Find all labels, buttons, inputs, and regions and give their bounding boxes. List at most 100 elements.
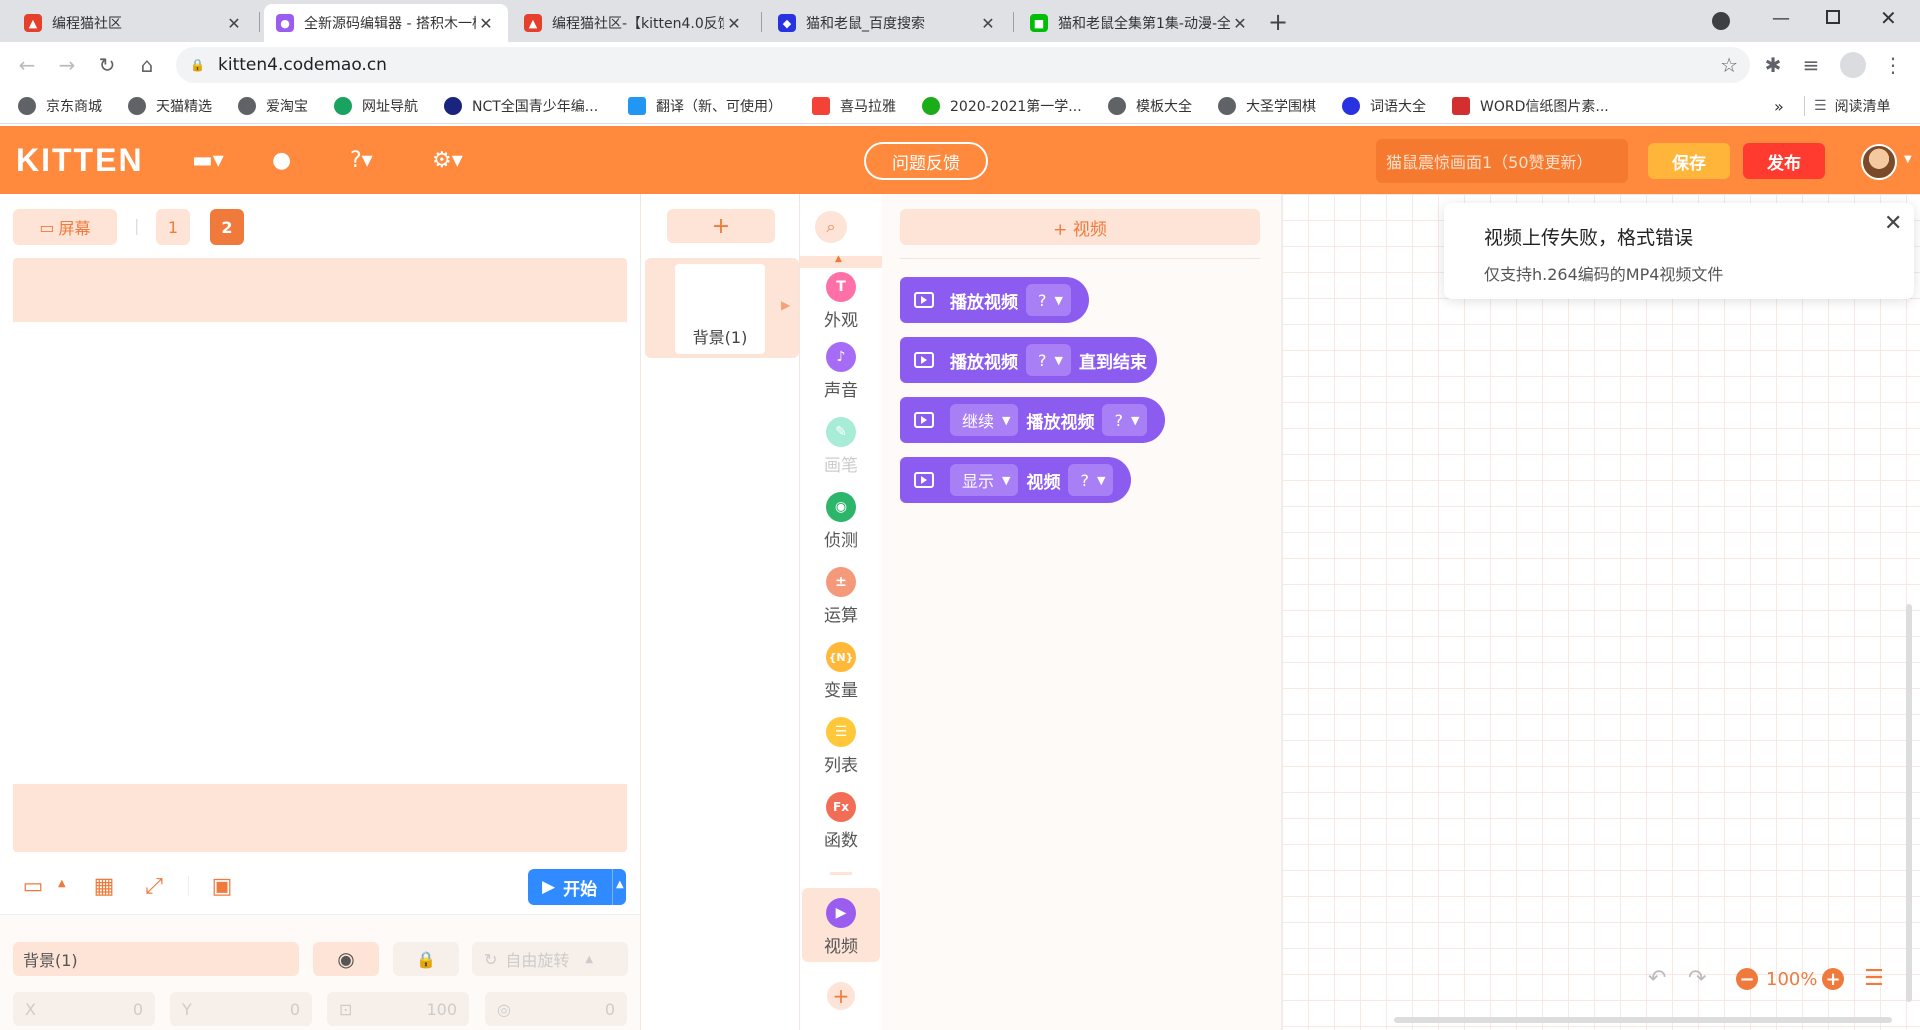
new-tab-button[interactable]: +	[1268, 8, 1288, 36]
bookmark-item[interactable]: 京东商城	[18, 94, 102, 118]
horizontal-scrollbar[interactable]	[1394, 1017, 1892, 1023]
start-button[interactable]: ▶ 开始 ▲	[528, 869, 626, 905]
visibility-eye-icon[interactable]: ◉	[313, 942, 379, 976]
visibility-select[interactable]: 显示 ▼	[950, 464, 1019, 496]
resume-video-block[interactable]: 继续 ▼ 播放视频 ? ▼	[900, 397, 1166, 443]
tab-search-icon[interactable]	[1712, 12, 1730, 30]
bookmark-item[interactable]: 2020-2021第一学...	[922, 94, 1082, 118]
publish-button[interactable]: 发布	[1743, 143, 1825, 179]
menu-icon[interactable]: ⋮	[1880, 52, 1906, 78]
chevron-down-icon[interactable]: ▼	[1904, 154, 1912, 165]
vertical-scrollbar[interactable]	[1906, 604, 1912, 1002]
record-video-icon[interactable]: ▣	[208, 872, 236, 900]
close-tab-icon[interactable]: ✕	[978, 14, 998, 33]
minimize-icon[interactable]: —	[1772, 8, 1790, 29]
stage-size-icon[interactable]: ▭	[19, 872, 47, 900]
close-icon[interactable]: ✕	[1884, 211, 1902, 236]
undo-icon[interactable]: ↶	[1648, 966, 1666, 991]
feedback-button[interactable]: 问题反馈	[864, 142, 988, 180]
x-field[interactable]: X 0	[13, 992, 155, 1026]
zoom-out-icon[interactable]: −	[1736, 968, 1758, 990]
bookmark-item[interactable]: 爱淘宝	[238, 94, 308, 118]
add-extension-icon[interactable]: +	[827, 982, 855, 1010]
play-video-until-end-block[interactable]: 播放视频 ? ▼ 直到结束	[900, 337, 1157, 383]
background-card[interactable]: 背景(1) ▶	[645, 258, 799, 358]
bookmark-item[interactable]: 天猫精选	[128, 94, 212, 118]
category-pen[interactable]: ✎ 画笔	[800, 411, 882, 481]
bookmark-star-icon[interactable]: ☆	[1720, 53, 1738, 77]
zoom-in-icon[interactable]: +	[1822, 968, 1844, 990]
bookmark-item[interactable]: 词语大全	[1342, 94, 1426, 118]
category-sensing[interactable]: ◉ 侦测	[800, 486, 882, 556]
arrange-blocks-icon[interactable]: ☰	[1864, 966, 1884, 991]
help-menu-icon[interactable]: ?▾	[350, 148, 373, 173]
category-sound[interactable]: ♪ 声音	[800, 336, 882, 406]
maximize-icon[interactable]	[1826, 10, 1840, 24]
bookmark-item[interactable]: 大圣学围棋	[1218, 94, 1316, 118]
close-tab-icon[interactable]: ✕	[224, 14, 244, 33]
reading-list-button[interactable]: ☰ 阅读清单	[1814, 94, 1891, 118]
category-variables[interactable]: {N} 变量	[800, 636, 882, 706]
caret-up-icon[interactable]: ▲	[58, 878, 66, 889]
bookmark-item[interactable]: WORD信纸图片素...	[1452, 94, 1609, 118]
video-select[interactable]: ? ▼	[1026, 344, 1071, 376]
search-icon[interactable]: ⌕	[815, 211, 847, 243]
media-icon[interactable]: ≡	[1798, 52, 1824, 78]
chevron-right-icon[interactable]: ▶	[781, 298, 790, 312]
backpack-icon[interactable]: ●	[272, 148, 291, 173]
bookmark-item[interactable]: 喜马拉雅	[812, 94, 896, 118]
screen-1-button[interactable]: 1	[156, 209, 190, 245]
sprite-name-field[interactable]: 背景(1)	[13, 942, 299, 976]
bookmark-item[interactable]: 网址导航	[334, 94, 418, 118]
project-name-field[interactable]: 猫鼠震惊画面1（50赞更新）	[1376, 139, 1628, 183]
size-field[interactable]: ⊡ 100	[327, 992, 469, 1026]
browser-tab-active[interactable]: ● 全新源码编辑器 - 搭积木一样有趣 ✕	[264, 4, 508, 42]
more-bookmarks-button[interactable]: »	[1774, 94, 1784, 118]
profile-icon[interactable]	[1840, 52, 1866, 78]
browser-tab[interactable]: ◆ 猫和老鼠_百度搜索 ✕	[766, 4, 1010, 42]
browser-tab[interactable]: ▲ 编程猫社区-【kitten4.0反馈】遇 ✕	[512, 4, 756, 42]
lock-icon[interactable]: 🔒	[393, 942, 459, 976]
file-menu-icon[interactable]: ▬▾	[192, 148, 224, 173]
rotation-mode-select[interactable]: ↻ 自由旋转 ▲	[472, 942, 628, 976]
grid-icon[interactable]: ▦	[90, 872, 118, 900]
back-icon[interactable]: ←	[14, 52, 40, 78]
home-icon[interactable]: ⌂	[134, 52, 160, 78]
code-workspace[interactable]	[1282, 194, 1920, 1030]
play-video-block[interactable]: 播放视频 ? ▼	[900, 277, 1089, 323]
video-select[interactable]: ? ▼	[1068, 464, 1114, 496]
save-button[interactable]: 保存	[1648, 143, 1730, 179]
category-lists[interactable]: ☰ 列表	[800, 711, 882, 781]
add-video-button[interactable]: + 视频	[900, 209, 1260, 245]
y-field[interactable]: Y 0	[170, 992, 312, 1026]
bookmark-item[interactable]: 翻译（新、可使用）	[628, 94, 782, 118]
fullscreen-icon[interactable]: ⤢	[140, 872, 168, 900]
url-field[interactable]: 🔒 kitten4.codemao.cn ☆	[176, 47, 1750, 83]
screen-2-button[interactable]: 2	[210, 209, 244, 245]
extensions-icon[interactable]: ✱	[1760, 52, 1786, 78]
bookmark-item[interactable]: 模板大全	[1108, 94, 1192, 118]
reload-icon[interactable]: ↻	[94, 52, 120, 78]
forward-icon[interactable]: →	[54, 52, 80, 78]
video-select[interactable]: ? ▼	[1026, 284, 1071, 316]
caret-up-icon[interactable]: ▲	[616, 879, 624, 890]
browser-tab[interactable]: ▲ 编程猫社区 ✕	[12, 4, 256, 42]
close-window-icon[interactable]: ✕	[1880, 6, 1897, 30]
close-tab-icon[interactable]: ✕	[476, 14, 496, 33]
category-video[interactable]: ▶ 视频	[800, 892, 882, 962]
redo-icon[interactable]: ↷	[1688, 966, 1706, 991]
video-select[interactable]: ? ▼	[1102, 404, 1148, 436]
bookmark-item[interactable]: NCT全国青少年编...	[444, 94, 598, 118]
angle-field[interactable]: ◎ 0	[485, 992, 627, 1026]
show-video-block[interactable]: 显示 ▼ 视频 ? ▼	[900, 457, 1132, 503]
browser-tab[interactable]: ■ 猫和老鼠全集第1集-动漫-全集视 ✕	[1018, 4, 1262, 42]
user-avatar[interactable]	[1861, 144, 1897, 180]
close-tab-icon[interactable]: ✕	[724, 14, 744, 33]
screen-tab[interactable]: ▭ 屏幕	[13, 209, 117, 245]
action-select[interactable]: 继续 ▼	[950, 404, 1019, 436]
close-tab-icon[interactable]: ✕	[1230, 14, 1250, 33]
add-background-button[interactable]: +	[667, 209, 775, 243]
category-functions[interactable]: Fx 函数	[800, 786, 882, 856]
stage-canvas[interactable]	[13, 322, 627, 784]
settings-menu-icon[interactable]: ⚙▾	[432, 148, 463, 173]
